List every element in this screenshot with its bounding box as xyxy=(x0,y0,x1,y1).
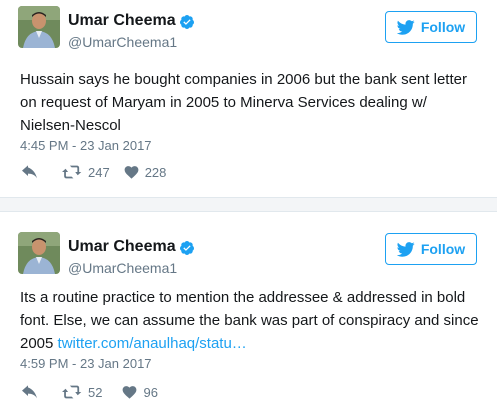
retweet-icon xyxy=(62,165,82,179)
follow-label: Follow xyxy=(420,19,466,35)
reply-icon xyxy=(22,385,37,399)
twitter-bird-icon xyxy=(396,19,415,35)
avatar[interactable] xyxy=(18,6,60,48)
heart-icon xyxy=(123,386,137,399)
reply-button[interactable] xyxy=(22,385,38,399)
like-count: 96 xyxy=(143,384,158,400)
author-name[interactable]: Umar Cheema xyxy=(68,238,176,256)
follow-button[interactable]: Follow xyxy=(385,11,477,43)
like-button[interactable]: 228 xyxy=(124,164,167,180)
author-handle[interactable]: @UmarCheema1 xyxy=(68,34,177,50)
author-name[interactable]: Umar Cheema xyxy=(68,12,176,30)
retweet-icon xyxy=(62,385,82,399)
like-button[interactable]: 96 xyxy=(122,384,158,400)
author-handle[interactable]: @UmarCheema1 xyxy=(68,260,177,276)
tweet-text: Its a routine practice to mention the ad… xyxy=(20,286,480,355)
heart-icon xyxy=(124,166,139,179)
tweet-actions: 52 96 xyxy=(22,383,158,401)
avatar[interactable] xyxy=(18,232,60,274)
tweet-text: Hussain says he bought companies in 2006… xyxy=(20,71,467,134)
avatar-photo-icon xyxy=(18,232,60,274)
tweet-divider xyxy=(0,197,497,212)
verified-badge-icon xyxy=(179,15,194,29)
follow-label: Follow xyxy=(420,241,466,257)
tweet-timestamp[interactable]: 4:59 PM - 23 Jan 2017 xyxy=(20,356,152,371)
tweet-timestamp[interactable]: 4:45 PM - 23 Jan 2017 xyxy=(20,138,152,153)
reply-button[interactable] xyxy=(22,165,38,179)
retweet-count: 247 xyxy=(88,164,110,180)
retweet-button[interactable]: 52 xyxy=(62,385,102,400)
tweet-actions: 247 228 xyxy=(22,163,166,181)
avatar-photo-icon xyxy=(18,6,60,48)
twitter-bird-icon xyxy=(396,241,415,257)
follow-button[interactable]: Follow xyxy=(385,233,477,265)
retweet-count: 52 xyxy=(88,384,103,400)
verified-badge-icon xyxy=(179,241,194,255)
tweet-link[interactable]: twitter.com/anaulhaq/statu… xyxy=(58,335,247,352)
like-count: 228 xyxy=(144,164,167,180)
retweet-button[interactable]: 247 xyxy=(62,165,110,180)
reply-icon xyxy=(22,165,37,179)
